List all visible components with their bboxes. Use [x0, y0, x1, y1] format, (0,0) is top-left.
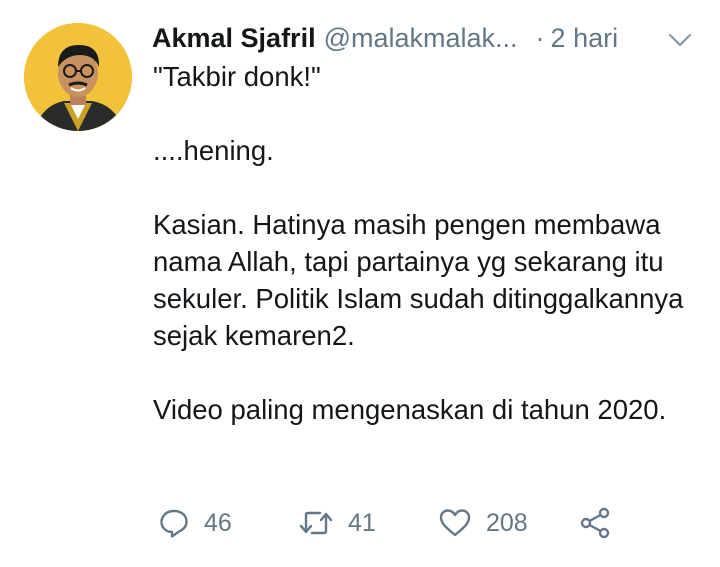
author-name[interactable]: Akmal Sjafril	[152, 18, 316, 58]
tweet-header: Akmal Sjafril @malakmalak... · 2 hari	[152, 18, 672, 58]
avatar-portrait-icon	[24, 23, 132, 131]
avatar[interactable]	[24, 23, 132, 131]
share-button[interactable]	[578, 503, 612, 543]
tweet-paragraph: "Takbir donk!"	[153, 61, 321, 92]
tweet-paragraph: ....hening.	[153, 135, 274, 166]
reply-count: 46	[204, 508, 232, 537]
tweet-paragraph: Video paling mengenaskan di tahun 2020.	[153, 394, 667, 425]
tweet-menu-button[interactable]	[666, 30, 694, 50]
tweet-paragraph: Kasian. Hatinya masih pengen membawa nam…	[153, 209, 692, 351]
reply-icon	[160, 509, 188, 538]
share-icon	[580, 507, 610, 539]
like-count: 208	[486, 508, 528, 537]
time-separator: ·	[535, 23, 545, 53]
like-button[interactable]: 208	[438, 503, 528, 543]
retweet-button[interactable]: 41	[298, 503, 376, 543]
heart-icon	[439, 509, 471, 537]
author-handle[interactable]: @malakmalak...	[324, 18, 518, 58]
tweet-actions: 46 41 208	[150, 503, 650, 543]
tweet-timestamp[interactable]: 2 hari	[551, 18, 619, 58]
tweet-text: "Takbir donk!" ....hening. Kasian. Hatin…	[153, 58, 693, 428]
retweet-icon	[299, 511, 333, 535]
tweet-card[interactable]: Akmal Sjafril @malakmalak... · 2 hari "T…	[0, 0, 720, 567]
chevron-down-icon	[668, 33, 692, 47]
retweet-count: 41	[348, 508, 376, 537]
reply-button[interactable]: 46	[158, 503, 232, 543]
